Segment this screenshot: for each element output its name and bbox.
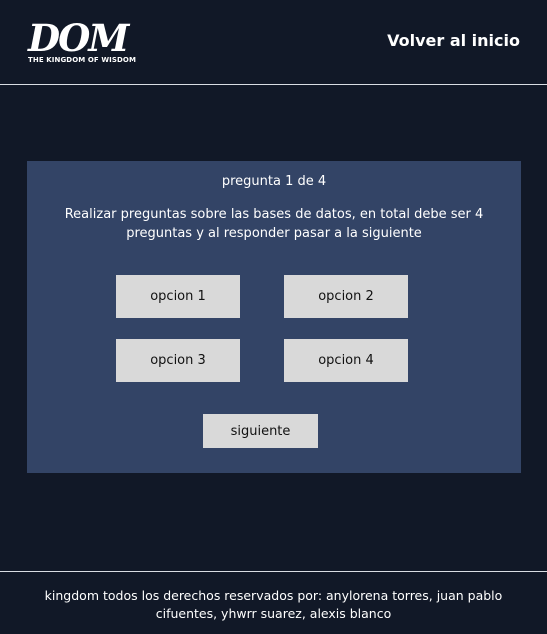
question-counter: pregunta 1 de 4 xyxy=(221,174,327,189)
question-text: Realizar preguntas sobre las bases de da… xyxy=(64,207,484,241)
home-link[interactable]: Volver al inicio xyxy=(387,31,520,50)
option-4-button[interactable]: opcion 4 xyxy=(284,339,408,382)
footer-credits: kingdom todos los derechos reservados po… xyxy=(44,588,503,621)
option-3-button[interactable]: opcion 3 xyxy=(116,339,240,382)
next-button[interactable]: siguiente xyxy=(203,414,318,448)
quiz-card: pregunta 1 de 4 Realizar preguntas sobre… xyxy=(27,161,521,473)
logo[interactable]: DOM THE KINGDOM OF WISDOM xyxy=(28,20,143,66)
logo-mark: DOM xyxy=(28,16,129,60)
site-header: DOM THE KINGDOM OF WISDOM Volver al inic… xyxy=(0,0,547,85)
logo-tagline: THE KINGDOM OF WISDOM xyxy=(28,56,137,64)
site-footer: kingdom todos los derechos reservados po… xyxy=(0,571,547,634)
option-1-button[interactable]: opcion 1 xyxy=(116,275,240,318)
option-2-button[interactable]: opcion 2 xyxy=(284,275,408,318)
